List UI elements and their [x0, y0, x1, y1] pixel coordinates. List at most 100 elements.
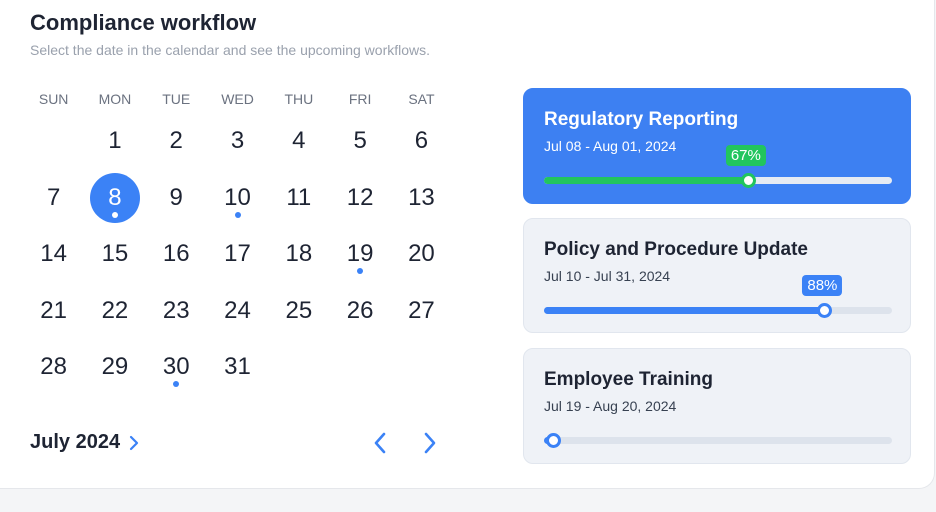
- day-number: 12: [346, 183, 374, 211]
- workflow-card[interactable]: Policy and Procedure Update Jul 10 - Jul …: [523, 218, 911, 333]
- day-number: 29: [101, 353, 129, 381]
- day-number: 22: [101, 296, 129, 324]
- calendar-day[interactable]: 1: [90, 116, 140, 166]
- day-number: 6: [414, 127, 429, 155]
- workflow-title: Regulatory Reporting: [544, 109, 739, 130]
- workflow-card[interactable]: Regulatory Reporting Jul 08 - Aug 01, 202…: [523, 88, 911, 204]
- calendar-day[interactable]: 4: [274, 116, 324, 166]
- calendar-cell: 8: [84, 170, 145, 227]
- calendar-day[interactable]: 6: [396, 116, 446, 166]
- calendar-week: 7 8 9 10 11 12 13: [23, 170, 453, 227]
- calendar-day[interactable]: 19: [335, 229, 385, 279]
- calendar-cell: 2: [146, 113, 207, 170]
- calendar-day[interactable]: 25: [274, 286, 324, 336]
- day-number: 30: [162, 353, 190, 381]
- calendar-day[interactable]: 30: [151, 342, 201, 392]
- calendar-cell: 30: [146, 339, 207, 396]
- calendar-day[interactable]: 11: [274, 173, 324, 223]
- day-number: 14: [40, 240, 67, 268]
- weekday-header: SUN MON TUE WED THU FRI SAT: [23, 85, 453, 113]
- previous-month-button[interactable]: [365, 428, 395, 458]
- calendar-day[interactable]: 14: [29, 229, 79, 279]
- day-number: 19: [346, 240, 374, 268]
- progress-handle[interactable]: [545, 433, 561, 448]
- calendar-day[interactable]: 3: [213, 116, 263, 166]
- progress-badge: 67%: [725, 145, 766, 166]
- calendar-day[interactable]: 7: [29, 173, 79, 223]
- calendar-cell: 13: [391, 170, 452, 227]
- calendar-cell: 23: [146, 283, 207, 340]
- calendar-cell: 5: [329, 113, 390, 170]
- day-number: 20: [408, 240, 435, 268]
- day-number: 15: [101, 240, 129, 268]
- calendar-week: 1 2 3 4 5 6: [23, 113, 453, 170]
- weekday-label: MON: [98, 91, 132, 107]
- calendar-day[interactable]: 22: [90, 286, 140, 336]
- day-number: 25: [285, 296, 313, 324]
- day-number: 3: [230, 127, 245, 155]
- workflow-card[interactable]: Employee Training Jul 19 - Aug 20, 2024: [523, 348, 911, 464]
- next-month-button[interactable]: [415, 428, 445, 458]
- calendar: SUN MON TUE WED THU FRI SAT 1 2 3 4 5 6 7 8 9 10 11 12 13 1…: [23, 85, 453, 396]
- calendar-day[interactable]: 29: [90, 342, 140, 392]
- calendar-cell: 18: [268, 226, 329, 283]
- calendar-day[interactable]: 26: [335, 286, 385, 336]
- calendar-day[interactable]: 12: [335, 173, 385, 223]
- calendar-cell: 3: [207, 113, 268, 170]
- calendar-cell: 28: [23, 339, 84, 396]
- day-number: 28: [40, 353, 67, 381]
- calendar-day[interactable]: 16: [151, 229, 201, 279]
- calendar-cell: 1: [84, 113, 145, 170]
- weekday-label: TUE: [162, 91, 191, 107]
- calendar-day-selected[interactable]: 8: [89, 172, 140, 223]
- calendar-day[interactable]: 18: [274, 229, 324, 279]
- calendar-cell: 16: [146, 226, 207, 283]
- day-number: 5: [353, 127, 367, 155]
- workflow-dates: Jul 10 - Jul 31, 2024: [544, 268, 671, 284]
- workflow-dates: Jul 08 - Aug 01, 2024: [544, 138, 677, 154]
- event-dot: [173, 381, 180, 388]
- calendar-cell: 10: [207, 170, 268, 227]
- calendar-day[interactable]: 2: [151, 116, 201, 166]
- calendar-cell: 19: [329, 226, 390, 283]
- calendar-cell: 29: [84, 339, 145, 396]
- progress-fill: [544, 307, 823, 314]
- day-number: 2: [169, 127, 183, 155]
- calendar-day[interactable]: 13: [396, 173, 446, 223]
- calendar-cell: 7: [23, 170, 84, 227]
- weekday-label: WED: [221, 91, 254, 107]
- day-number: 9: [169, 183, 183, 211]
- progress-track: 88%: [544, 275, 892, 318]
- day-number: 31: [224, 353, 251, 381]
- calendar-day[interactable]: 15: [90, 229, 140, 279]
- progress-handle[interactable]: [817, 303, 833, 318]
- calendar-day[interactable]: 28: [29, 342, 79, 392]
- page-title: Compliance workflow: [30, 10, 257, 35]
- calendar-day[interactable]: 20: [396, 229, 446, 279]
- calendar-cell: 17: [207, 226, 268, 283]
- progress-track: 67%: [544, 145, 892, 188]
- progress-handle[interactable]: [740, 173, 756, 188]
- month-selector[interactable]: July 2024: [30, 431, 140, 454]
- weekday-label: SUN: [38, 91, 69, 107]
- workflow-dates: Jul 19 - Aug 20, 2024: [544, 398, 677, 414]
- page-subtitle: Select the date in the calendar and see …: [30, 42, 431, 58]
- calendar-cell: 20: [391, 226, 452, 283]
- calendar-day[interactable]: 24: [213, 286, 263, 336]
- calendar-day[interactable]: 17: [213, 229, 263, 279]
- event-dot: [234, 211, 241, 218]
- weekday-label: THU: [284, 91, 314, 107]
- weekday-label: FRI: [348, 91, 372, 107]
- calendar-day[interactable]: 9: [151, 173, 201, 223]
- calendar-day[interactable]: 31: [213, 342, 263, 392]
- calendar-day[interactable]: 27: [396, 286, 446, 336]
- day-number: 17: [224, 240, 251, 268]
- calendar-cell: 11: [268, 170, 329, 227]
- calendar-week: 21 22 23 24 25 26 27: [23, 283, 453, 340]
- calendar-day[interactable]: 10: [213, 173, 263, 223]
- calendar-day[interactable]: 21: [29, 286, 79, 336]
- calendar-day[interactable]: 5: [335, 116, 385, 166]
- calendar-cell: 12: [329, 170, 390, 227]
- calendar-day[interactable]: 23: [151, 286, 201, 336]
- day-number: 26: [346, 296, 374, 324]
